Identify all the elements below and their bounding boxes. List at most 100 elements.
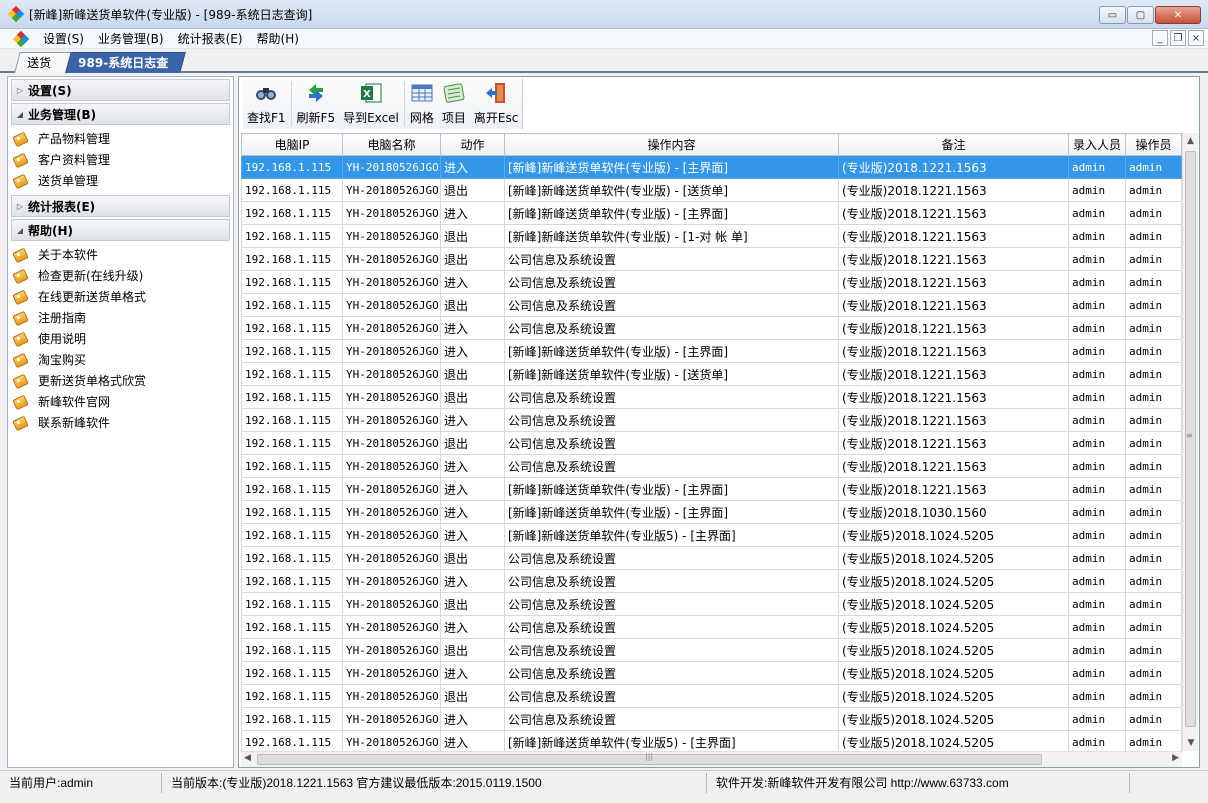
column-header[interactable]: 电脑IP bbox=[241, 133, 343, 156]
scroll-up-icon[interactable]: ▲ bbox=[1183, 133, 1198, 149]
table-row[interactable]: 192.168.1.115 YH-20180526JGOI 退出 公司信息及系统设置(… bbox=[241, 431, 1182, 455]
table-cell: 公司信息及系统设置 bbox=[504, 385, 839, 409]
table-row[interactable]: 192.168.1.115 YH-20180526JGOI 退出 [新峰]新峰送货单软… bbox=[241, 362, 1182, 386]
nav-item[interactable]: 淘宝购买 bbox=[8, 349, 233, 370]
nav-section-header[interactable]: ◢ 帮助(H) bbox=[11, 219, 230, 241]
table-cell: YH-20180526JGOI bbox=[342, 523, 441, 547]
log-grid[interactable]: 电脑IP 电脑名称 动作 操作内容 备注 录入人员 操作员 192.168.1.115 YH-… bbox=[241, 133, 1182, 751]
table-cell: 进入 bbox=[440, 615, 505, 639]
grid-button[interactable]: 网格 bbox=[406, 79, 438, 129]
nav-item[interactable]: 联系新峰软件 bbox=[8, 412, 233, 433]
table-row[interactable]: 192.168.1.115 YH-20180526JGOI 进入 公司信息及系统设置(… bbox=[241, 615, 1182, 639]
export-excel-button[interactable]: X 导到Excel bbox=[339, 79, 403, 129]
table-row[interactable]: 192.168.1.115 YH-20180526JGOI 退出 [新峰]新峰送货单软… bbox=[241, 224, 1182, 248]
nav-item[interactable]: 新峰软件官网 bbox=[8, 391, 233, 412]
nav-item[interactable]: 注册指南 bbox=[8, 307, 233, 328]
table-cell: (专业版)2018.1221.1563 bbox=[838, 270, 1069, 294]
minimize-button[interactable]: ▭ bbox=[1099, 6, 1126, 24]
menu-business[interactable]: 业务管理(B) bbox=[91, 29, 171, 49]
table-row[interactable]: 192.168.1.115 YH-20180526JGOI 进入 公司信息及系统设置(… bbox=[241, 569, 1182, 593]
table-cell: 192.168.1.115 bbox=[241, 247, 343, 271]
horizontal-scrollbar[interactable]: ◀ ||| ▶ bbox=[241, 751, 1182, 767]
table-row[interactable]: 192.168.1.115 YH-20180526JGOI 退出 公司信息及系统设置(… bbox=[241, 546, 1182, 570]
column-header[interactable]: 操作员 bbox=[1125, 133, 1182, 156]
table-cell: 192.168.1.115 bbox=[241, 316, 343, 340]
column-header[interactable]: 操作内容 bbox=[504, 133, 839, 156]
table-row[interactable]: 192.168.1.115 YH-20180526JGOI 进入 公司信息及系统设置(… bbox=[241, 454, 1182, 478]
column-header[interactable]: 电脑名称 bbox=[342, 133, 441, 156]
nav-item[interactable]: 产品物料管理 bbox=[8, 128, 233, 149]
nav-item[interactable]: 更新送货单格式欣赏 bbox=[8, 370, 233, 391]
nav-item[interactable]: 关于本软件 bbox=[8, 244, 233, 265]
app-logo-icon bbox=[7, 5, 25, 23]
nav-item[interactable]: 客户资料管理 bbox=[8, 149, 233, 170]
table-row[interactable]: 192.168.1.115 YH-20180526JGOI 退出 公司信息及系统设置(… bbox=[241, 684, 1182, 708]
table-row[interactable]: 192.168.1.115 YH-20180526JGOI 进入 [新峰]新峰送货单软… bbox=[241, 730, 1182, 751]
table-row[interactable]: 192.168.1.115 YH-20180526JGOI 进入 [新峰]新峰送货单软… bbox=[241, 477, 1182, 501]
table-row[interactable]: 192.168.1.115 YH-20180526JGOI 退出 公司信息及系统设置(… bbox=[241, 247, 1182, 271]
mdi-close-button[interactable]: × bbox=[1188, 30, 1204, 46]
table-row[interactable]: 192.168.1.115 YH-20180526JGOI 进入 公司信息及系统设置(… bbox=[241, 661, 1182, 685]
table-row[interactable]: 192.168.1.115 YH-20180526JGOI 进入 [新峰]新峰送货单软… bbox=[241, 500, 1182, 524]
scroll-right-icon[interactable]: ▶ bbox=[1172, 753, 1179, 763]
scroll-down-icon[interactable]: ▼ bbox=[1183, 735, 1199, 751]
menu-settings[interactable]: 设置(S) bbox=[36, 29, 91, 49]
refresh-icon bbox=[304, 81, 328, 105]
nav-section-header[interactable]: ▷ 统计报表(E) bbox=[11, 195, 230, 217]
table-cell: 进入 bbox=[440, 339, 505, 363]
nav-item[interactable]: 使用说明 bbox=[8, 328, 233, 349]
table-cell: 192.168.1.115 bbox=[241, 546, 343, 570]
table-row[interactable]: 192.168.1.115 YH-20180526JGOI 进入 公司信息及系统设置(… bbox=[241, 408, 1182, 432]
table-cell: 退出 bbox=[440, 224, 505, 248]
table-row[interactable]: 192.168.1.115 YH-20180526JGOI 进入 公司信息及系统设置(… bbox=[241, 270, 1182, 294]
refresh-button[interactable]: 刷新F5 bbox=[293, 79, 340, 129]
table-cell: admin bbox=[1068, 339, 1126, 363]
column-header[interactable]: 录入人员 bbox=[1068, 133, 1126, 156]
table-row[interactable]: 192.168.1.115 YH-20180526JGOI 进入 公司信息及系统设置(… bbox=[241, 707, 1182, 731]
table-row[interactable]: 192.168.1.115 YH-20180526JGOI 退出 公司信息及系统设置(… bbox=[241, 638, 1182, 662]
table-cell: admin bbox=[1068, 500, 1126, 524]
close-button[interactable]: ✕ bbox=[1155, 6, 1201, 24]
table-cell: (专业版5)2018.1024.5205 bbox=[838, 730, 1069, 751]
table-cell: 进入 bbox=[440, 454, 505, 478]
mdi-restore-button[interactable]: ❐ bbox=[1170, 30, 1186, 46]
column-header[interactable]: 动作 bbox=[440, 133, 505, 156]
table-row[interactable]: 192.168.1.115 YH-20180526JGOI 退出 公司信息及系统设置(… bbox=[241, 592, 1182, 616]
tab-system-log[interactable]: 989-系统日志查询 bbox=[65, 52, 186, 90]
table-row[interactable]: 192.168.1.115 YH-20180526JGOI 进入 [新峰]新峰送货单软… bbox=[241, 523, 1182, 547]
table-cell: admin bbox=[1068, 408, 1126, 432]
items-button[interactable]: 项目 bbox=[438, 79, 470, 129]
table-row[interactable]: 192.168.1.115 YH-20180526JGOI 进入 [新峰]新峰送货单软… bbox=[241, 201, 1182, 225]
table-cell: 192.168.1.115 bbox=[241, 661, 343, 685]
scroll-left-icon[interactable]: ◀ bbox=[244, 753, 251, 763]
table-cell: admin bbox=[1068, 155, 1126, 179]
menu-help[interactable]: 帮助(H) bbox=[250, 29, 306, 49]
table-row[interactable]: 192.168.1.115 YH-20180526JGOI 进入 公司信息及系统设置(… bbox=[241, 316, 1182, 340]
table-cell: 进入 bbox=[440, 270, 505, 294]
table-row[interactable]: 192.168.1.115 YH-20180526JGOI 退出 公司信息及系统设置(… bbox=[241, 385, 1182, 409]
binoculars-icon bbox=[254, 81, 278, 105]
nav-item[interactable]: 在线更新送货单格式 bbox=[8, 286, 233, 307]
table-row[interactable]: 192.168.1.115 YH-20180526JGOI 进入 [新峰]新峰送货单软… bbox=[241, 339, 1182, 363]
nav-section-header[interactable]: ◢ 业务管理(B) bbox=[11, 103, 230, 125]
nav-section-header[interactable]: ▷ 设置(S) bbox=[11, 79, 230, 101]
table-cell: YH-20180526JGOI bbox=[342, 707, 441, 731]
table-cell: admin bbox=[1068, 684, 1126, 708]
nav-item[interactable]: 送货单管理 bbox=[8, 170, 233, 191]
menu-reports[interactable]: 统计报表(E) bbox=[171, 29, 250, 49]
find-button[interactable]: 查找F1 bbox=[243, 79, 290, 129]
nav-section-title: 帮助(H) bbox=[28, 223, 74, 238]
table-cell: 公司信息及系统设置 bbox=[504, 316, 839, 340]
exit-button[interactable]: 离开Esc bbox=[470, 79, 522, 129]
nav-item[interactable]: 检查更新(在线升级) bbox=[8, 265, 233, 286]
column-header[interactable]: 备注 bbox=[838, 133, 1069, 156]
mdi-minimize-button[interactable]: _ bbox=[1152, 30, 1168, 46]
table-row[interactable]: 192.168.1.115 YH-20180526JGOI 退出 公司信息及系统设置(… bbox=[241, 293, 1182, 317]
tab-delivery-note[interactable]: 送货单 bbox=[14, 52, 72, 90]
table-cell: 进入 bbox=[440, 316, 505, 340]
maximize-button[interactable]: ▢ bbox=[1127, 6, 1154, 24]
table-row[interactable]: 192.168.1.115 YH-20180526JGOI 退出 [新峰]新峰送货单软… bbox=[241, 178, 1182, 202]
table-cell: [新峰]新峰送货单软件(专业版) - [主界面] bbox=[504, 201, 839, 225]
vertical-scrollbar[interactable]: ▲ ≡ ▼ bbox=[1182, 133, 1198, 751]
table-row[interactable]: 192.168.1.115 YH-20180526JGOI 进入 [新峰]新峰送货单软… bbox=[241, 155, 1182, 179]
